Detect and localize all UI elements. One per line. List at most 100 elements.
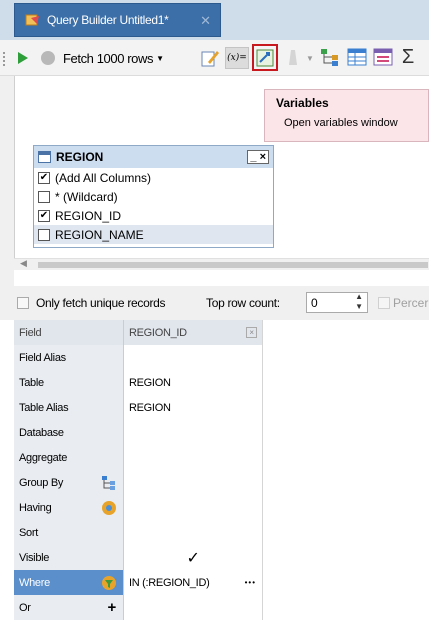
layout-options-button[interactable] [371, 46, 395, 68]
window-controls[interactable]: _ × [247, 150, 269, 164]
unique-records-label: Only fetch unique records [36, 296, 166, 310]
tab-title: Query Builder Untitled1* [47, 13, 169, 27]
percent-label: Percer [393, 296, 429, 310]
grid-header-row: Field REGION_ID × [14, 320, 263, 345]
row-label: Field Alias [14, 345, 124, 370]
scroll-left-icon[interactable]: ◀ [20, 258, 27, 269]
variables-toggle-button[interactable]: (x)= [225, 47, 249, 69]
top-row-count-input[interactable]: 0 ▲ ▼ [306, 292, 368, 313]
fetch-rows-dropdown[interactable]: Fetch 1000 rows ▼ [63, 48, 195, 68]
variable-x-icon: (x)= [227, 53, 247, 63]
row-label: Having [19, 501, 52, 514]
window-list-icon [373, 48, 393, 66]
region-table-box[interactable]: REGION _ × ✔ (Add All Columns) * (Wildca… [33, 145, 274, 248]
column-label: REGION_NAME [55, 227, 144, 242]
toolbar-grip [3, 52, 6, 66]
variables-tooltip: Variables Open variables window [264, 89, 429, 142]
table-box-header[interactable]: REGION _ × [34, 146, 273, 168]
row-value-cell[interactable]: REGION [124, 370, 263, 395]
unique-records-checkbox[interactable] [17, 297, 29, 309]
wildcard-checkbox[interactable] [38, 190, 50, 203]
grid-row-table-alias: Table Alias REGION [14, 395, 263, 420]
visible-checkmark[interactable]: ✓ [124, 545, 263, 570]
close-icon[interactable]: ✕ [200, 13, 211, 29]
column-header-region-id[interactable]: REGION_ID × [124, 320, 263, 345]
row-label: Sort [14, 520, 124, 545]
row-value-cell[interactable] [124, 345, 263, 370]
region-id-checkbox[interactable]: ✔ [38, 209, 50, 222]
sql-edit-button[interactable] [199, 47, 221, 69]
column-label: (Add All Columns) [55, 170, 152, 185]
where-condition-text: IN (:REGION_ID) [129, 576, 210, 589]
row-value-cell[interactable] [124, 420, 263, 445]
top-row-count-label: Top row count: [206, 296, 280, 310]
row-label: Or [19, 601, 31, 614]
grid-row-group-by: Group By [14, 470, 263, 495]
row-label-cell: Or + [14, 595, 124, 620]
sigma-icon: Σ [401, 45, 415, 68]
clear-dropdown[interactable]: ▼ [305, 48, 315, 68]
chevron-down-icon: ▼ [156, 53, 165, 63]
fetch-rows-label: Fetch 1000 rows [63, 50, 154, 66]
row-label: Table [14, 370, 124, 395]
column-item-region-id[interactable]: ✔ REGION_ID [34, 206, 273, 225]
stop-circle-icon [41, 51, 55, 65]
where-condition-cell[interactable]: IN (:REGION_ID) ••• [124, 570, 263, 595]
row-label: Table Alias [14, 395, 124, 420]
grid-row-having: Having [14, 495, 263, 520]
spinner-icon[interactable]: ▲ ▼ [355, 292, 363, 312]
row-value-cell[interactable] [124, 595, 263, 620]
clear-button[interactable] [283, 48, 303, 68]
having-filter-icon[interactable] [101, 500, 117, 516]
add-or-icon[interactable]: + [108, 599, 117, 616]
field-header: Field [14, 320, 124, 345]
designer-horizontal-scrollbar[interactable]: ◀ [14, 258, 429, 270]
tooltip-description: Open variables window [284, 117, 398, 129]
play-icon [18, 52, 28, 64]
more-options-icon[interactable]: ••• [245, 578, 256, 587]
column-label: * (Wildcard) [55, 189, 118, 204]
grid-row-where[interactable]: Where IN (:REGION_ID) ••• [14, 570, 263, 595]
column-remove-icon[interactable]: × [246, 327, 257, 338]
query-builder-icon [25, 14, 39, 26]
percent-checkbox[interactable] [378, 297, 390, 309]
toolbar: Fetch 1000 rows ▼ (x)= ▼ Σ [0, 40, 429, 76]
tab-query-builder[interactable]: Query Builder Untitled1* ✕ [14, 3, 221, 37]
column-item-region-name[interactable]: REGION_NAME [34, 225, 273, 244]
grid-row-visible: Visible ✓ [14, 545, 263, 570]
row-label-cell: Where [14, 570, 124, 595]
row-value-cell[interactable] [124, 495, 263, 520]
column-item-wildcard[interactable]: * (Wildcard) [34, 187, 273, 206]
row-label-cell: Group By [14, 470, 124, 495]
broom-icon [289, 50, 297, 65]
table-box-title: REGION [56, 150, 104, 164]
scroll-thumb[interactable] [38, 262, 428, 268]
table-grid-icon [347, 48, 367, 66]
column-item-add-all[interactable]: ✔ (Add All Columns) [34, 168, 273, 187]
query-tree-button[interactable] [318, 46, 342, 68]
query-options-bar: Only fetch unique records Top row count:… [0, 286, 429, 320]
group-by-icon[interactable] [101, 475, 117, 491]
left-gutter [0, 76, 14, 286]
row-value-cell[interactable] [124, 445, 263, 470]
chevron-down-icon: ▼ [306, 53, 314, 63]
region-name-checkbox[interactable] [38, 228, 50, 241]
tree-icon [321, 49, 338, 66]
open-variables-window-button[interactable] [252, 44, 278, 71]
variables-window-icon [256, 49, 274, 66]
table-layout-button[interactable] [345, 46, 369, 68]
add-all-checkbox[interactable]: ✔ [38, 171, 50, 184]
criteria-grid: Field REGION_ID × Field Alias Table REGI… [14, 320, 263, 620]
column-header-label: REGION_ID [129, 326, 187, 339]
stop-button[interactable] [38, 48, 58, 68]
run-button[interactable] [15, 49, 31, 67]
where-filter-icon[interactable] [101, 575, 117, 591]
grid-row-table: Table REGION [14, 370, 263, 395]
pencil-icon [201, 51, 219, 67]
row-value-cell[interactable]: REGION [124, 395, 263, 420]
grid-row-aggregate: Aggregate [14, 445, 263, 470]
row-value-cell[interactable] [124, 470, 263, 495]
aggregate-button[interactable]: Σ [397, 46, 419, 68]
row-value-cell[interactable] [124, 520, 263, 545]
grid-row-database: Database [14, 420, 263, 445]
